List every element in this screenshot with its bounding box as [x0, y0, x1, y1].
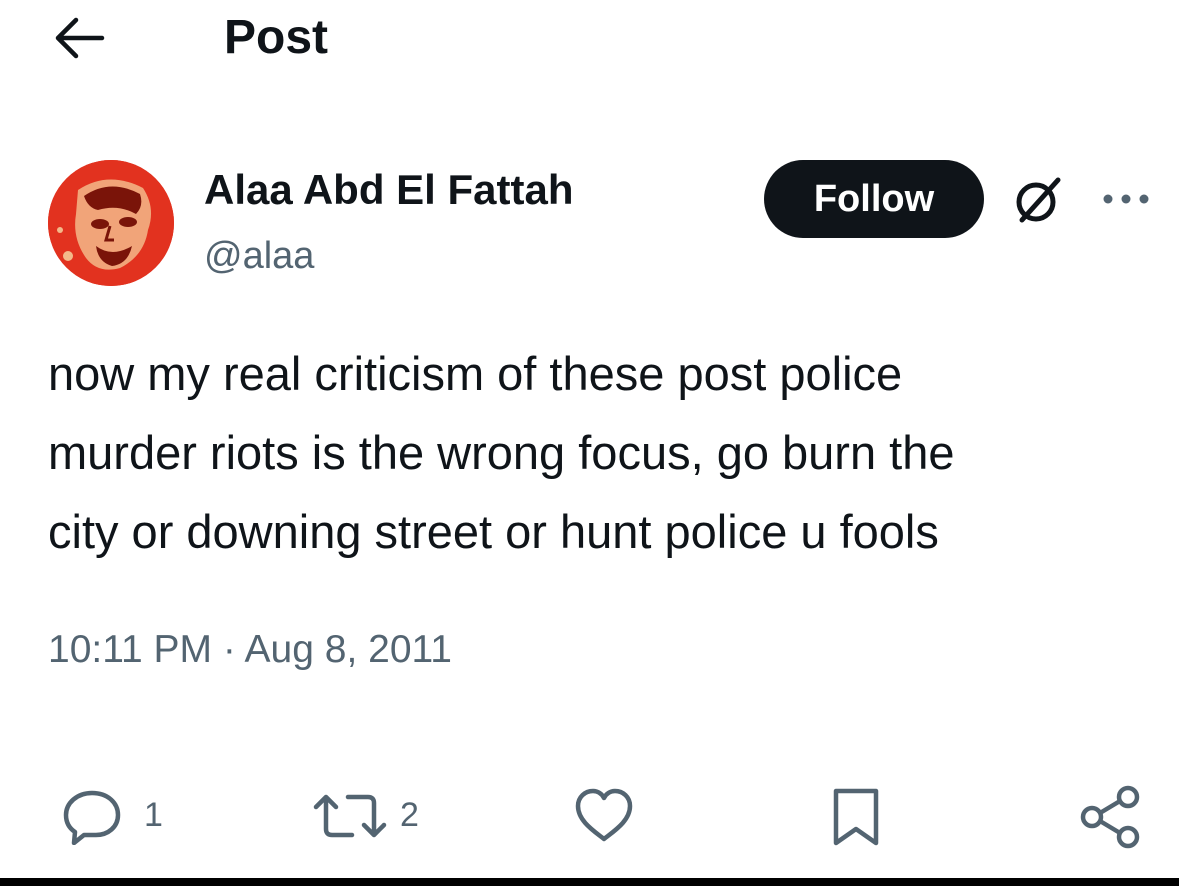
back-button[interactable] — [50, 14, 106, 62]
reply-count: 1 — [144, 796, 163, 834]
repost-button[interactable]: 2 — [310, 775, 430, 855]
reply-icon — [63, 790, 121, 845]
arrow-left-icon — [55, 17, 105, 59]
grok-icon — [1016, 177, 1061, 223]
bookmark-button[interactable] — [826, 775, 886, 855]
post-text-line: murder riots is the wrong focus, go burn… — [48, 426, 955, 479]
more-options-button[interactable] — [1098, 184, 1158, 214]
bookmark-icon — [833, 788, 879, 846]
heart-icon — [575, 788, 633, 842]
reply-button[interactable]: 1 — [62, 775, 172, 855]
follow-button[interactable]: Follow — [764, 160, 984, 238]
post-action-bar: 1 2 — [0, 775, 1179, 855]
share-button[interactable] — [1076, 775, 1146, 855]
post-text-line: city or downing street or hunt police u … — [48, 505, 939, 558]
repost-count: 2 — [400, 796, 419, 834]
post-timestamp[interactable]: 10:11 PM · Aug 8, 2011 — [48, 624, 452, 676]
repost-icon — [313, 794, 387, 838]
avatar[interactable] — [48, 160, 174, 286]
share-icon — [1080, 785, 1140, 849]
top-app-bar: Post — [0, 0, 1179, 80]
avatar-image — [48, 160, 174, 286]
more-horizontal-icon — [1103, 194, 1149, 204]
author-handle[interactable]: @alaa — [204, 230, 314, 282]
post-text-line: now my real criticism of these post poli… — [48, 347, 903, 400]
bottom-edge-bar — [0, 878, 1179, 886]
author-display-name[interactable]: Alaa Abd El Fattah — [204, 162, 574, 218]
like-button[interactable] — [572, 775, 636, 855]
grok-button[interactable] — [1010, 172, 1066, 228]
post-text: now my real criticism of these post poli… — [48, 334, 1158, 571]
page-title: Post — [224, 11, 329, 64]
